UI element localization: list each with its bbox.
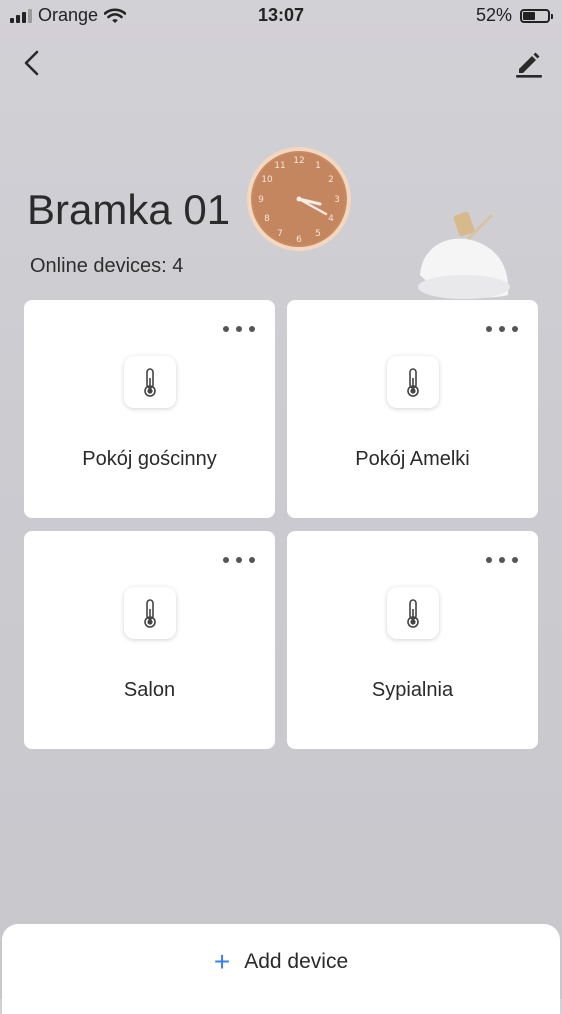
device-card[interactable]: Pokój gościnny <box>24 300 275 518</box>
svg-text:2: 2 <box>328 175 334 185</box>
back-button[interactable] <box>18 46 48 80</box>
status-bar: Orange 13:07 52% <box>0 0 562 32</box>
thermometer-icon <box>123 356 176 408</box>
battery-icon <box>520 8 553 23</box>
plus-icon: + <box>213 946 231 977</box>
svg-text:1: 1 <box>315 161 321 171</box>
device-card[interactable]: Pokój Amelki <box>287 300 538 518</box>
top-nav <box>0 44 562 84</box>
chevron-left-icon <box>24 50 39 76</box>
svg-text:4: 4 <box>328 214 334 224</box>
more-options-button[interactable] <box>223 551 255 569</box>
svg-text:10: 10 <box>261 175 273 185</box>
svg-text:11: 11 <box>274 161 285 171</box>
pencil-icon <box>516 52 542 78</box>
add-device-button[interactable]: + Add device <box>2 948 560 976</box>
bottom-sheet: + Add device <box>2 924 560 1014</box>
edit-button[interactable] <box>512 46 546 80</box>
thermometer-icon <box>123 587 176 639</box>
more-options-button[interactable] <box>486 551 518 569</box>
online-devices-count: Online devices: 4 <box>30 255 184 277</box>
device-name: Pokój Amelki <box>355 448 470 470</box>
device-card[interactable]: Sypialnia <box>287 531 538 749</box>
thermometer-icon <box>386 356 439 408</box>
svg-text:8: 8 <box>264 214 270 224</box>
battery-fill <box>523 11 536 20</box>
device-card[interactable]: Salon <box>24 531 275 749</box>
device-name: Pokój gościnny <box>82 448 217 470</box>
svg-text:6: 6 <box>296 235 302 245</box>
svg-text:3: 3 <box>334 195 340 205</box>
more-options-button[interactable] <box>223 320 255 338</box>
add-device-label: Add device <box>244 950 349 973</box>
svg-text:5: 5 <box>315 229 321 239</box>
thermometer-icon <box>386 587 439 639</box>
wall-clock-illustration: 12 12 345 678 91011 <box>247 147 351 251</box>
page-title: Bramka 01 <box>27 186 231 233</box>
battery-percent: 52% <box>475 5 512 25</box>
more-options-button[interactable] <box>486 320 518 338</box>
device-name: Sypialnia <box>371 679 454 701</box>
lamp-illustration <box>418 211 510 299</box>
svg-text:12: 12 <box>293 156 304 166</box>
device-name: Salon <box>123 679 176 701</box>
svg-text:7: 7 <box>277 229 283 239</box>
svg-text:9: 9 <box>258 195 264 205</box>
